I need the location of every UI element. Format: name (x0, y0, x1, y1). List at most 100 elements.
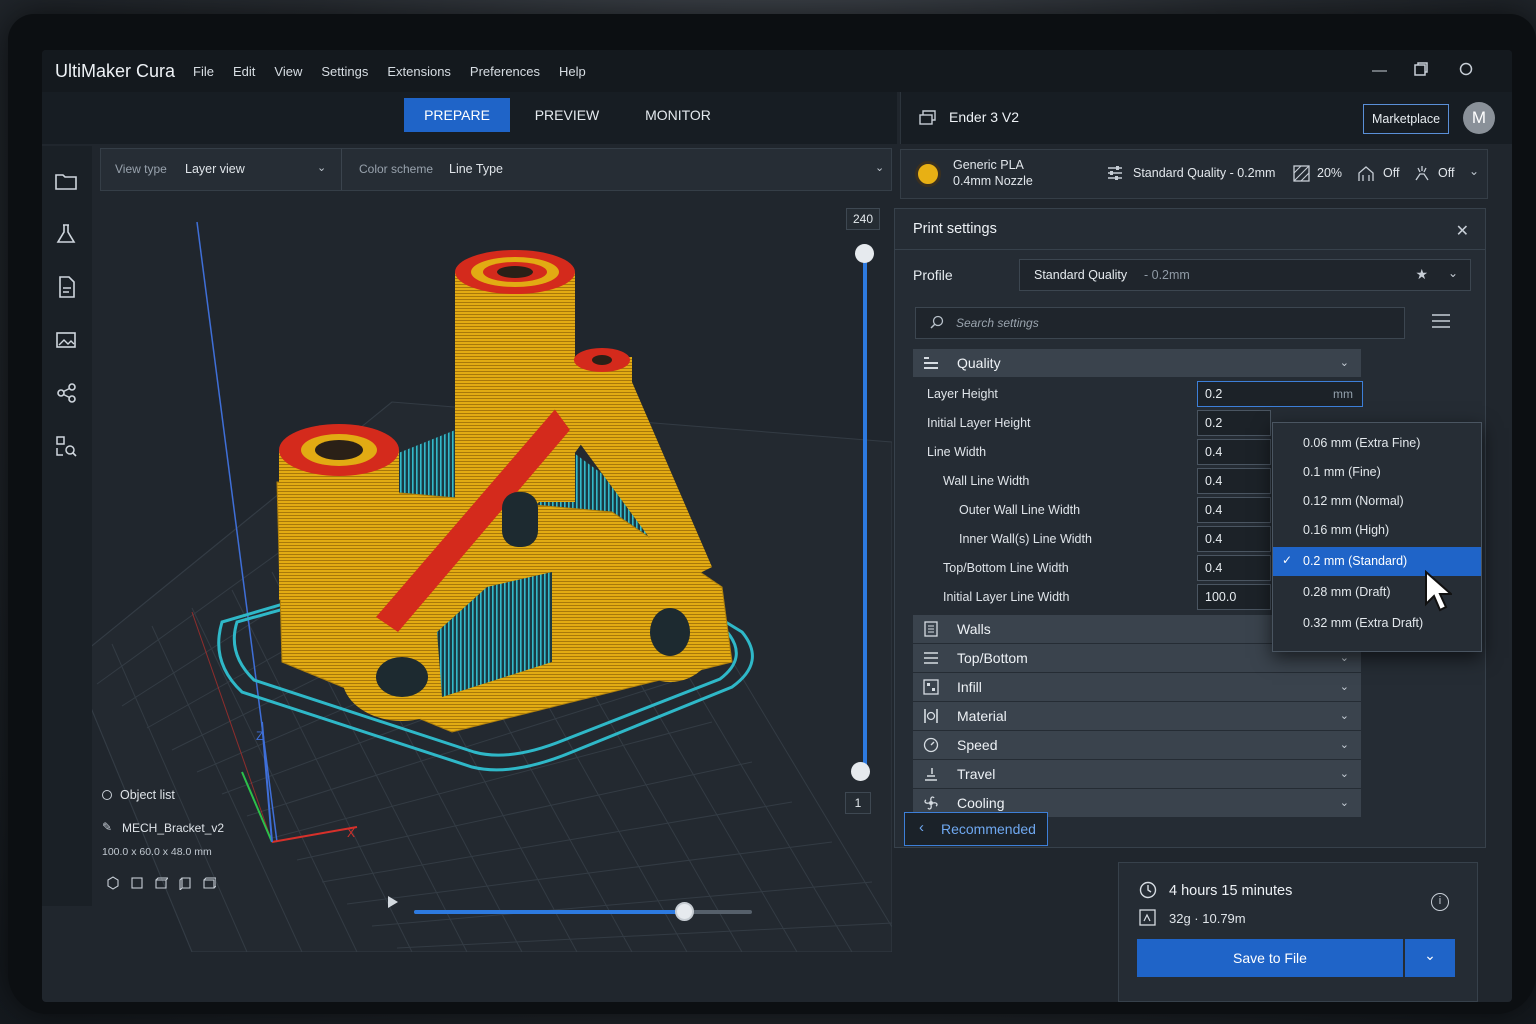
menu-bar: UltiMaker Cura File Edit View Settings E… (42, 50, 1512, 92)
category-travel[interactable]: Travel ⌄ (913, 760, 1361, 788)
menu-help[interactable]: Help (559, 64, 586, 79)
close-window-icon[interactable] (1459, 62, 1473, 80)
search-input[interactable]: Search settings (915, 307, 1405, 339)
play-icon[interactable] (388, 896, 398, 908)
chevron-down-icon[interactable]: ⌄ (1469, 164, 1479, 178)
save-options-button[interactable]: ⌄ (1405, 939, 1455, 977)
search-shapes-icon[interactable] (53, 433, 81, 461)
document-icon[interactable] (53, 274, 81, 302)
menu-settings[interactable]: Settings (321, 64, 368, 79)
chevron-down-icon[interactable]: ⌄ (875, 161, 884, 174)
category-speed[interactable]: Speed ⌄ (913, 731, 1361, 759)
initial-layer-line-width-input[interactable]: 100.0 (1197, 584, 1271, 610)
avatar[interactable]: M (1463, 102, 1495, 134)
category-label: Quality (957, 355, 1001, 371)
object-list-header[interactable]: Object list (102, 788, 212, 810)
wall-line-width-input[interactable]: 0.4 (1197, 468, 1271, 494)
menu-preferences[interactable]: Preferences (470, 64, 540, 79)
support-value: Off (1383, 166, 1400, 180)
top-bottom-line-width-input[interactable]: 0.4 (1197, 555, 1271, 581)
chevron-down-icon: ⌄ (1339, 797, 1349, 809)
view-type-select[interactable]: Layer view (185, 162, 245, 176)
cura-window: UltiMaker Cura File Edit View Settings E… (42, 50, 1512, 1002)
view-left-icon[interactable] (178, 876, 192, 893)
setting-value: 0.2 (1205, 387, 1223, 401)
printer-name[interactable]: Ender 3 V2 (949, 109, 1019, 125)
layer-height-input[interactable]: 0.2 mm (1197, 381, 1363, 407)
color-scheme-select[interactable]: Line Type (449, 162, 503, 176)
menu-edit[interactable]: Edit (233, 64, 255, 79)
minimize-icon[interactable]: — (1372, 62, 1387, 79)
restore-icon[interactable] (1414, 62, 1428, 80)
menu-file[interactable]: File (193, 64, 214, 79)
settings-menu-icon[interactable] (1431, 313, 1451, 334)
setting-value: 0.4 (1205, 561, 1223, 575)
dropdown-option[interactable]: 0.16 mm (High) (1273, 516, 1481, 545)
travel-icon (923, 766, 939, 782)
view-type-label: View type (115, 162, 167, 176)
3d-viewport[interactable]: X Z (71, 192, 913, 953)
dropdown-option[interactable]: 0.12 mm (Normal) (1273, 487, 1481, 516)
view-right-icon[interactable] (202, 876, 217, 893)
timeline-slider[interactable] (414, 902, 752, 921)
top-bottom-icon (923, 650, 939, 666)
chevron-down-icon[interactable]: ⌄ (1448, 266, 1458, 280)
layer-top-value[interactable]: 240 (846, 208, 880, 230)
view-top-icon[interactable] (154, 876, 170, 893)
flask-icon[interactable] (53, 221, 81, 249)
print-setup-bar[interactable]: Generic PLA 0.4mm Nozzle Standard Qualit… (900, 149, 1488, 199)
fan-icon (923, 795, 939, 811)
timeline-progress (414, 910, 685, 914)
dropdown-option[interactable]: 0.06 mm (Extra Fine) (1273, 429, 1481, 458)
initial-layer-height-input[interactable]: 0.2 (1197, 410, 1271, 436)
chevron-down-icon[interactable]: ⌄ (317, 161, 326, 174)
dropdown-option[interactable]: 0.1 mm (Fine) (1273, 458, 1481, 487)
object-row[interactable]: ✎ MECH_Bracket_v2 (102, 818, 224, 846)
inner-wall-line-width-input[interactable]: 0.4 (1197, 526, 1271, 552)
profile-select[interactable]: Standard Quality - 0.2mm ★ ⌄ (1019, 259, 1471, 291)
layer-top-handle[interactable] (855, 244, 874, 263)
left-toolbar (42, 146, 92, 906)
tab-prepare[interactable]: PREPARE (404, 98, 510, 132)
tab-preview[interactable]: PREVIEW (522, 98, 612, 132)
info-icon[interactable]: i (1431, 893, 1449, 911)
chevron-down-icon: ⌄ (1339, 652, 1349, 664)
setting-value: 0.4 (1205, 532, 1223, 546)
image-icon[interactable] (53, 327, 81, 355)
recommended-button[interactable]: ‹ Recommended (904, 812, 1048, 846)
adhesion-value: Off (1438, 166, 1455, 180)
category-label: Walls (957, 621, 991, 637)
setting-label: Inner Wall(s) Line Width (959, 532, 1092, 546)
setting-label: Initial Layer Height (927, 416, 1031, 430)
outer-wall-line-width-input[interactable]: 0.4 (1197, 497, 1271, 523)
option-label: 0.2 mm (Standard) (1303, 554, 1408, 568)
layer-track[interactable] (863, 250, 867, 770)
category-infill[interactable]: Infill ⌄ (913, 673, 1361, 701)
save-to-file-button[interactable]: Save to File (1137, 939, 1403, 977)
setting-label: Layer Height (927, 387, 998, 401)
marketplace-button[interactable]: Marketplace (1363, 104, 1450, 134)
profile-name: Standard Quality (1034, 268, 1128, 282)
infill-icon (923, 679, 939, 695)
open-folder-icon[interactable] (53, 168, 81, 196)
menu-extensions[interactable]: Extensions (387, 64, 451, 79)
close-icon[interactable]: ✕ (1456, 221, 1469, 241)
category-material[interactable]: Material ⌄ (913, 702, 1361, 730)
line-width-input[interactable]: 0.4 (1197, 439, 1271, 465)
tab-monitor[interactable]: MONITOR (632, 98, 724, 132)
layer-bottom-value[interactable]: 1 (845, 792, 871, 814)
category-label: Top/Bottom (957, 650, 1028, 666)
layer-bottom-handle[interactable] (851, 762, 870, 781)
profile-suffix: - 0.2mm (1144, 268, 1190, 282)
view-3d-icon[interactable] (106, 876, 120, 893)
stage-bar: PREPARE PREVIEW MONITOR (42, 92, 897, 144)
printer-icon (919, 110, 937, 131)
star-icon[interactable]: ★ (1415, 266, 1428, 283)
share-icon[interactable] (53, 380, 81, 408)
material-icon (915, 161, 941, 187)
menu-view[interactable]: View (274, 64, 302, 79)
setting-unit: mm (1333, 387, 1353, 401)
view-front-icon[interactable] (130, 876, 144, 893)
category-quality[interactable]: Quality ⌄ (913, 349, 1361, 377)
setting-value: 100.0 (1205, 590, 1237, 604)
